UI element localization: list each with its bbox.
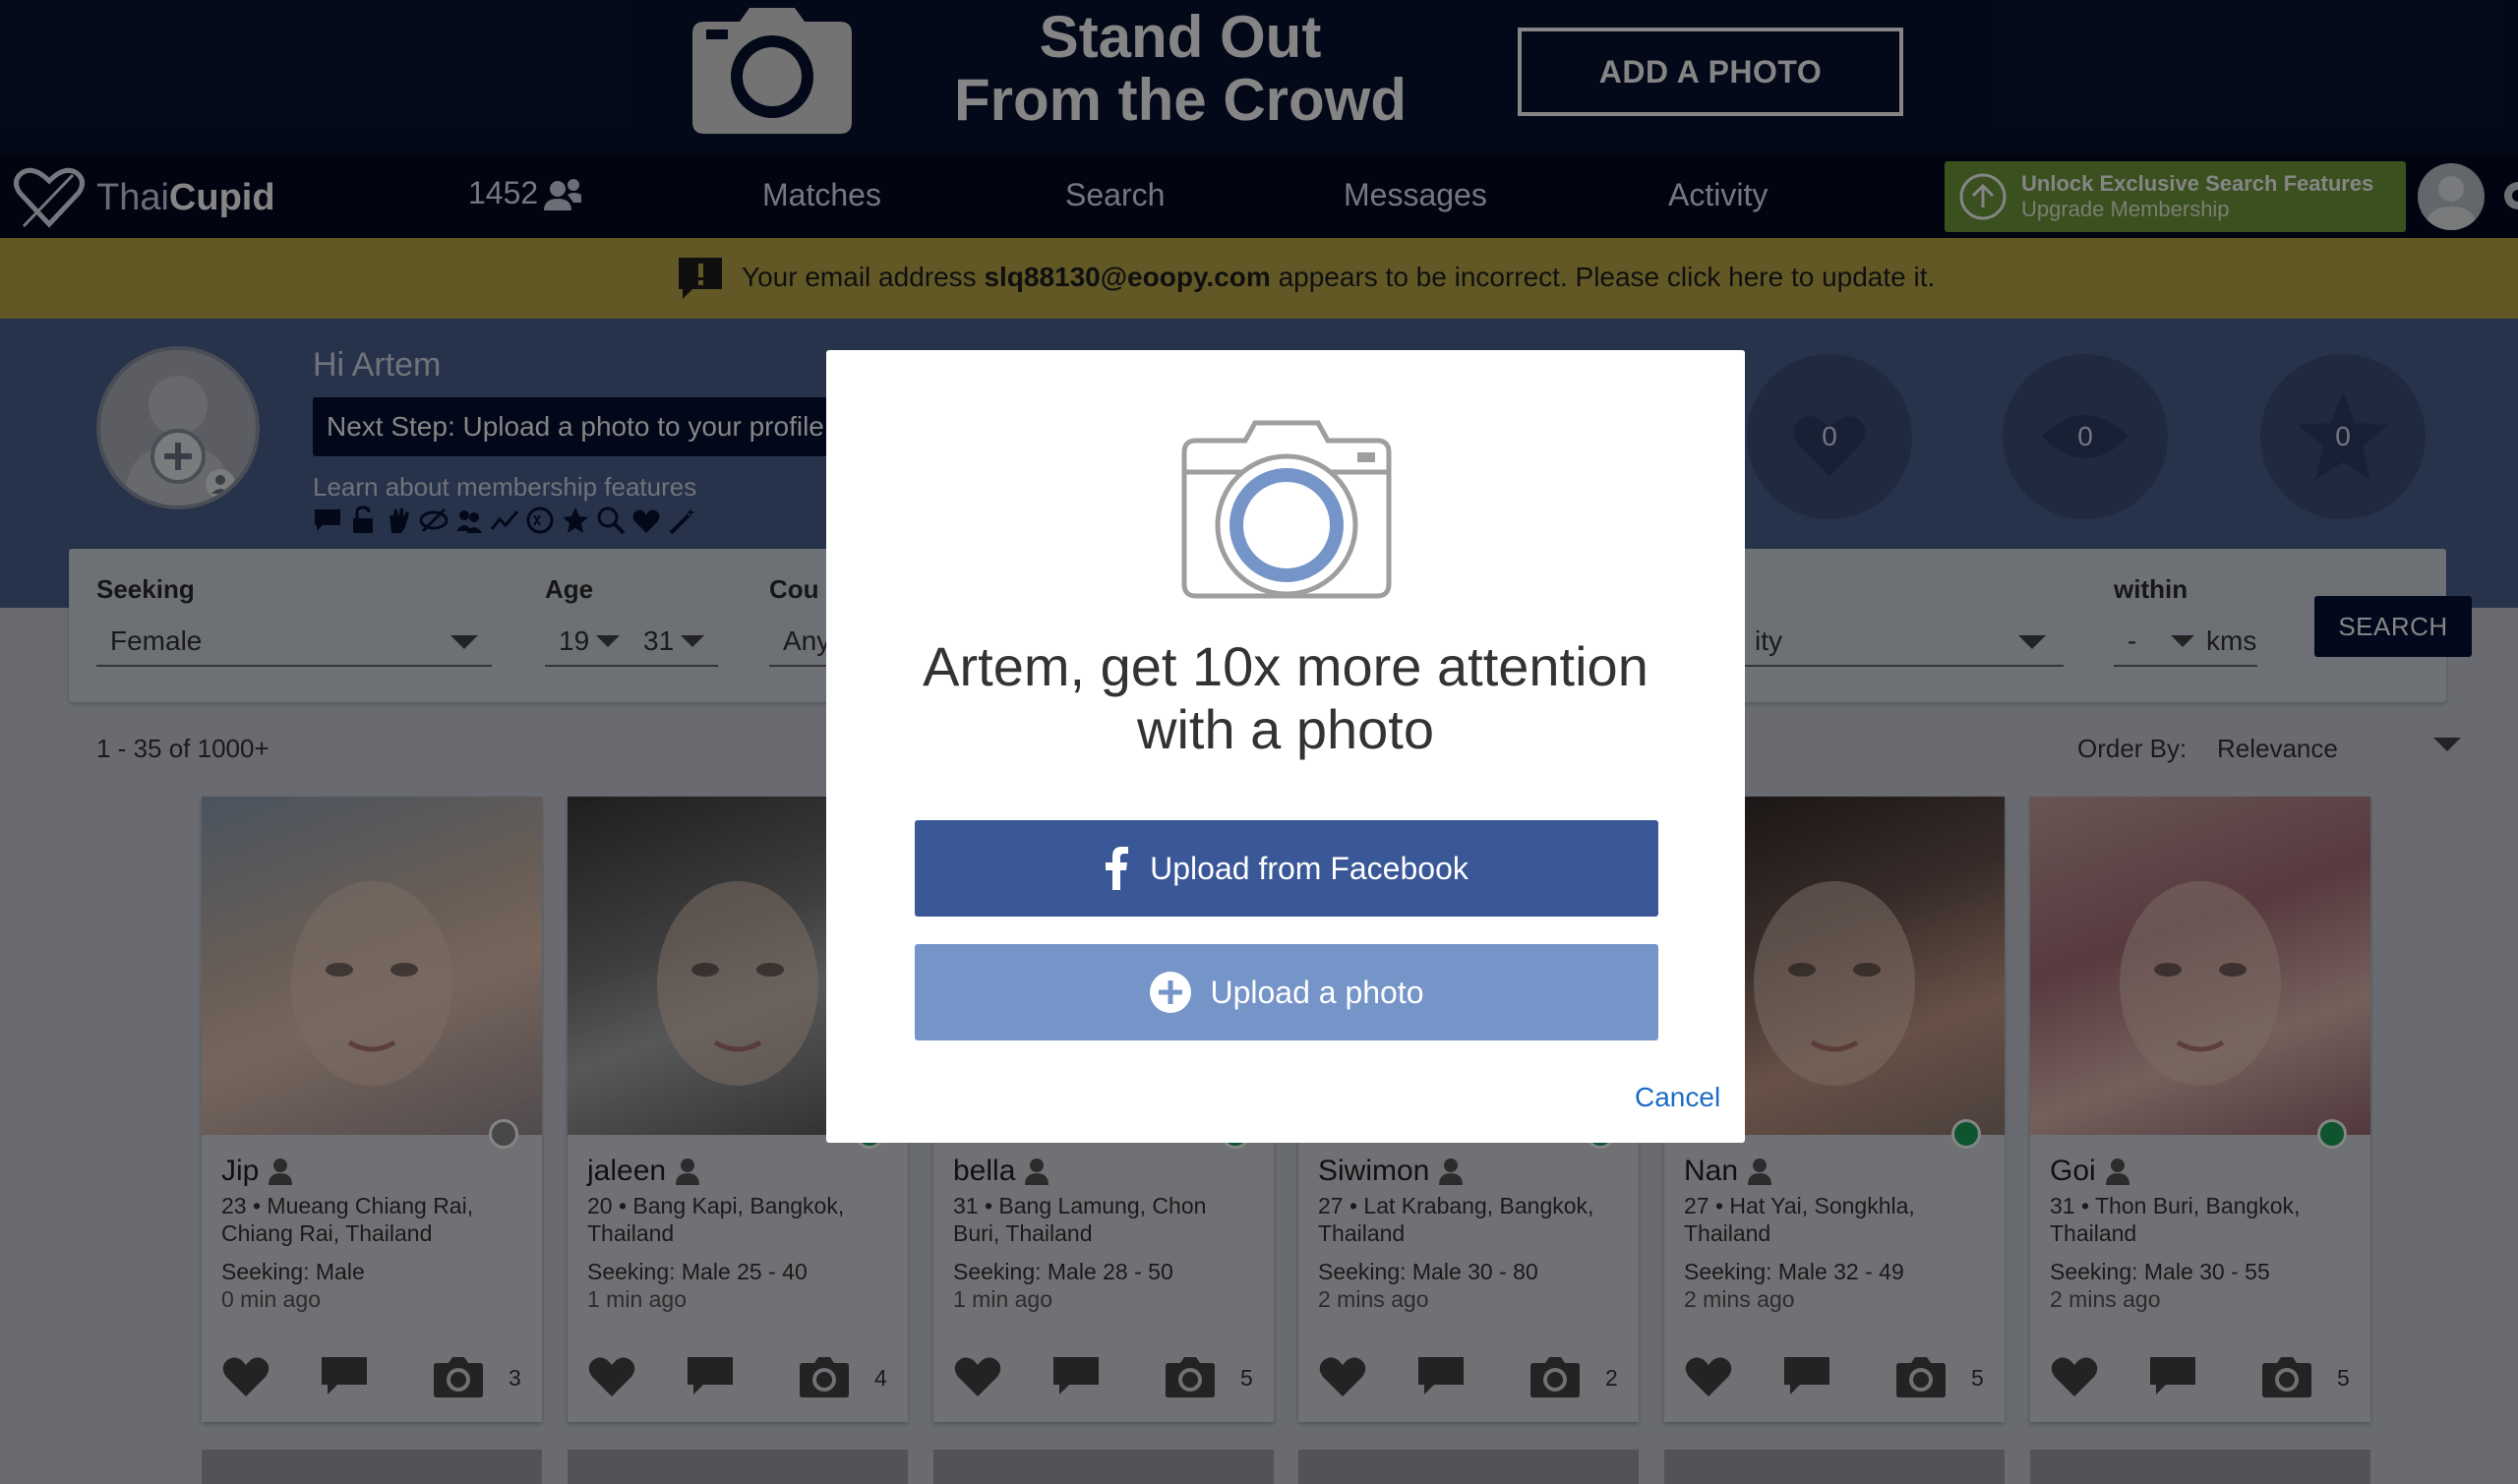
modal-headline-line2: with a photo bbox=[1137, 698, 1434, 760]
camera-icon bbox=[1181, 420, 1392, 599]
modal-headline: Artem, get 10x more attention with a pho… bbox=[866, 635, 1706, 761]
upload-photo-modal: Artem, get 10x more attention with a pho… bbox=[826, 350, 1745, 1143]
upload-button-label: Upload a photo bbox=[1210, 974, 1424, 1010]
upload-photo-button[interactable]: Upload a photo bbox=[915, 944, 1658, 1040]
plus-circle-icon bbox=[1150, 972, 1192, 1013]
upload-from-facebook-button[interactable]: Upload from Facebook bbox=[915, 820, 1658, 917]
facebook-icon bbox=[1106, 847, 1129, 890]
modal-headline-line1: Artem, get 10x more attention bbox=[923, 635, 1649, 697]
facebook-button-label: Upload from Facebook bbox=[1150, 850, 1469, 886]
cancel-link[interactable]: Cancel bbox=[1635, 1082, 1720, 1113]
